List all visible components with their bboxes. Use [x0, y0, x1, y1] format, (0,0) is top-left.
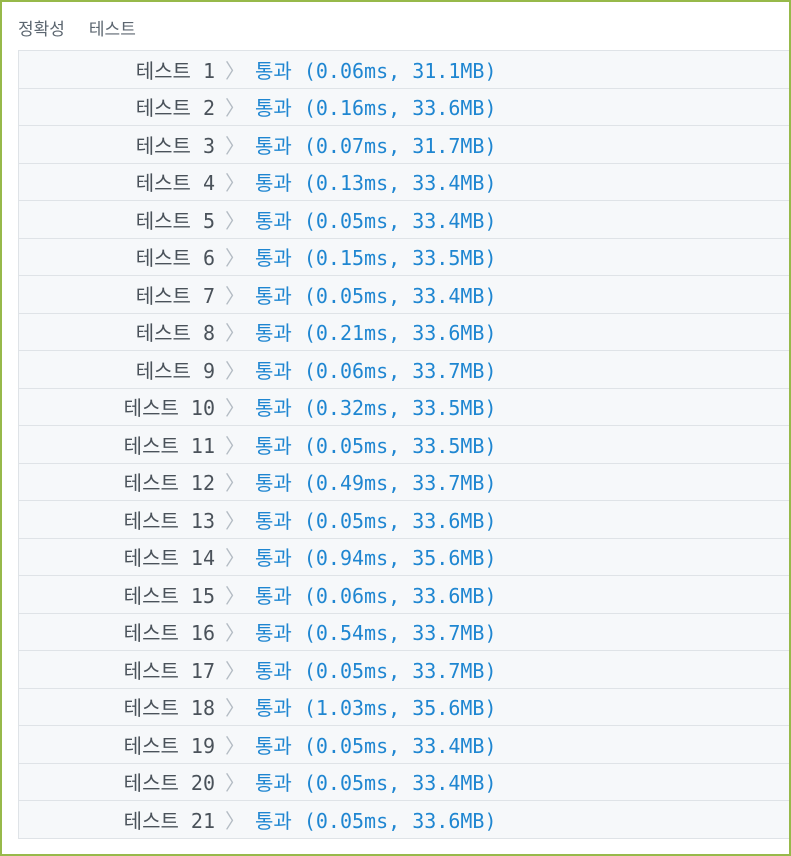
test-name: 테스트 1	[135, 58, 215, 83]
test-name: 테스트 4	[135, 171, 215, 196]
test-result-text: 통과 (0.05ms, 33.4MB)	[255, 208, 497, 233]
test-result-text: 통과 (0.54ms, 33.7MB)	[255, 621, 497, 646]
test-name: 테스트 8	[135, 321, 215, 346]
chevron-right-icon: 〉	[225, 621, 245, 646]
test-name: 테스트 7	[135, 283, 215, 308]
test-result-text: 통과 (0.32ms, 33.5MB)	[255, 396, 497, 421]
test-result-row[interactable]: 테스트 3 〉 통과 (0.07ms, 31.7MB)	[19, 126, 789, 164]
test-result-text: 통과 (0.49ms, 33.7MB)	[255, 471, 497, 496]
test-result-row[interactable]: 테스트 4 〉 통과 (0.13ms, 33.4MB)	[19, 163, 789, 201]
test-result-text: 통과 (0.05ms, 33.4MB)	[255, 771, 497, 796]
test-result-row[interactable]: 테스트 7 〉 통과 (0.05ms, 33.4MB)	[19, 276, 789, 314]
test-result-text: 통과 (0.06ms, 31.1MB)	[255, 58, 497, 83]
chevron-right-icon: 〉	[225, 358, 245, 383]
chevron-right-icon: 〉	[225, 696, 245, 721]
test-result-row[interactable]: 테스트 18 〉 통과 (1.03ms, 35.6MB)	[19, 688, 789, 726]
test-result-row[interactable]: 테스트 6 〉 통과 (0.15ms, 33.5MB)	[19, 238, 789, 276]
chevron-right-icon: 〉	[225, 96, 245, 121]
test-name: 테스트 11	[123, 433, 215, 458]
test-result-row[interactable]: 테스트 5 〉 통과 (0.05ms, 33.4MB)	[19, 201, 789, 239]
test-result-row[interactable]: 테스트 20 〉 통과 (0.05ms, 33.4MB)	[19, 763, 789, 801]
chevron-right-icon: 〉	[225, 658, 245, 683]
test-result-text: 통과 (0.94ms, 35.6MB)	[255, 546, 497, 571]
test-name: 테스트 19	[123, 733, 215, 758]
test-result-text: 통과 (0.06ms, 33.7MB)	[255, 358, 497, 383]
results-header: 정확성 테스트	[18, 18, 136, 42]
chevron-right-icon: 〉	[225, 433, 245, 458]
test-name: 테스트 6	[135, 246, 215, 271]
test-result-text: 통과 (0.15ms, 33.5MB)	[255, 246, 497, 271]
test-result-row[interactable]: 테스트 13 〉 통과 (0.05ms, 33.6MB)	[19, 501, 789, 539]
test-result-row[interactable]: 테스트 21 〉 통과 (0.05ms, 33.6MB)	[19, 801, 789, 839]
test-name: 테스트 14	[123, 546, 215, 571]
test-name: 테스트 13	[123, 508, 215, 533]
test-result-text: 통과 (0.16ms, 33.6MB)	[255, 96, 497, 121]
test-result-text: 통과 (0.21ms, 33.6MB)	[255, 321, 497, 346]
test-name: 테스트 17	[123, 658, 215, 683]
test-result-text: 통과 (0.06ms, 33.6MB)	[255, 583, 497, 608]
test-result-row[interactable]: 테스트 17 〉 통과 (0.05ms, 33.7MB)	[19, 651, 789, 689]
tab-accuracy[interactable]: 정확성	[18, 18, 65, 42]
test-name: 테스트 15	[123, 583, 215, 608]
chevron-right-icon: 〉	[225, 133, 245, 158]
chevron-right-icon: 〉	[225, 283, 245, 308]
test-result-text: 통과 (0.05ms, 33.6MB)	[255, 508, 497, 533]
test-name: 테스트 21	[123, 808, 215, 833]
test-result-row[interactable]: 테스트 10 〉 통과 (0.32ms, 33.5MB)	[19, 388, 789, 426]
test-name: 테스트 10	[123, 396, 215, 421]
test-result-text: 통과 (1.03ms, 35.6MB)	[255, 696, 497, 721]
test-name: 테스트 2	[135, 96, 215, 121]
test-result-row[interactable]: 테스트 19 〉 통과 (0.05ms, 33.4MB)	[19, 726, 789, 764]
test-result-row[interactable]: 테스트 12 〉 통과 (0.49ms, 33.7MB)	[19, 463, 789, 501]
chevron-right-icon: 〉	[225, 733, 245, 758]
test-name: 테스트 20	[123, 771, 215, 796]
test-result-row[interactable]: 테스트 11 〉 통과 (0.05ms, 33.5MB)	[19, 426, 789, 464]
chevron-right-icon: 〉	[225, 771, 245, 796]
chevron-right-icon: 〉	[225, 321, 245, 346]
chevron-right-icon: 〉	[225, 171, 245, 196]
test-name: 테스트 9	[135, 358, 215, 383]
test-result-text: 통과 (0.05ms, 33.7MB)	[255, 658, 497, 683]
results-panel: 정확성 테스트 테스트 1 〉 통과 (0.06ms, 31.1MB) 테스트 2 〉 통…	[0, 0, 791, 856]
test-result-text: 통과 (0.07ms, 31.7MB)	[255, 133, 497, 158]
test-result-row[interactable]: 테스트 1 〉 통과 (0.06ms, 31.1MB)	[19, 51, 789, 89]
chevron-right-icon: 〉	[225, 583, 245, 608]
test-result-row[interactable]: 테스트 14 〉 통과 (0.94ms, 35.6MB)	[19, 538, 789, 576]
chevron-right-icon: 〉	[225, 246, 245, 271]
test-result-row[interactable]: 테스트 8 〉 통과 (0.21ms, 33.6MB)	[19, 313, 789, 351]
test-result-row[interactable]: 테스트 9 〉 통과 (0.06ms, 33.7MB)	[19, 351, 789, 389]
chevron-right-icon: 〉	[225, 208, 245, 233]
test-result-row[interactable]: 테스트 15 〉 통과 (0.06ms, 33.6MB)	[19, 576, 789, 614]
test-name: 테스트 16	[123, 621, 215, 646]
test-results-table: 테스트 1 〉 통과 (0.06ms, 31.1MB) 테스트 2 〉 통과 (0.16m…	[18, 50, 789, 839]
tab-test[interactable]: 테스트	[89, 18, 136, 42]
chevron-right-icon: 〉	[225, 396, 245, 421]
chevron-right-icon: 〉	[225, 58, 245, 83]
test-result-text: 통과 (0.13ms, 33.4MB)	[255, 171, 497, 196]
test-name: 테스트 5	[135, 208, 215, 233]
test-result-text: 통과 (0.05ms, 33.4MB)	[255, 733, 497, 758]
test-result-row[interactable]: 테스트 16 〉 통과 (0.54ms, 33.7MB)	[19, 613, 789, 651]
test-result-text: 통과 (0.05ms, 33.4MB)	[255, 283, 497, 308]
test-name: 테스트 12	[123, 471, 215, 496]
test-result-row[interactable]: 테스트 2 〉 통과 (0.16ms, 33.6MB)	[19, 88, 789, 126]
chevron-right-icon: 〉	[225, 508, 245, 533]
test-name: 테스트 18	[123, 696, 215, 721]
chevron-right-icon: 〉	[225, 546, 245, 571]
chevron-right-icon: 〉	[225, 471, 245, 496]
test-result-text: 통과 (0.05ms, 33.5MB)	[255, 433, 497, 458]
test-result-text: 통과 (0.05ms, 33.6MB)	[255, 808, 497, 833]
test-name: 테스트 3	[135, 133, 215, 158]
chevron-right-icon: 〉	[225, 808, 245, 833]
